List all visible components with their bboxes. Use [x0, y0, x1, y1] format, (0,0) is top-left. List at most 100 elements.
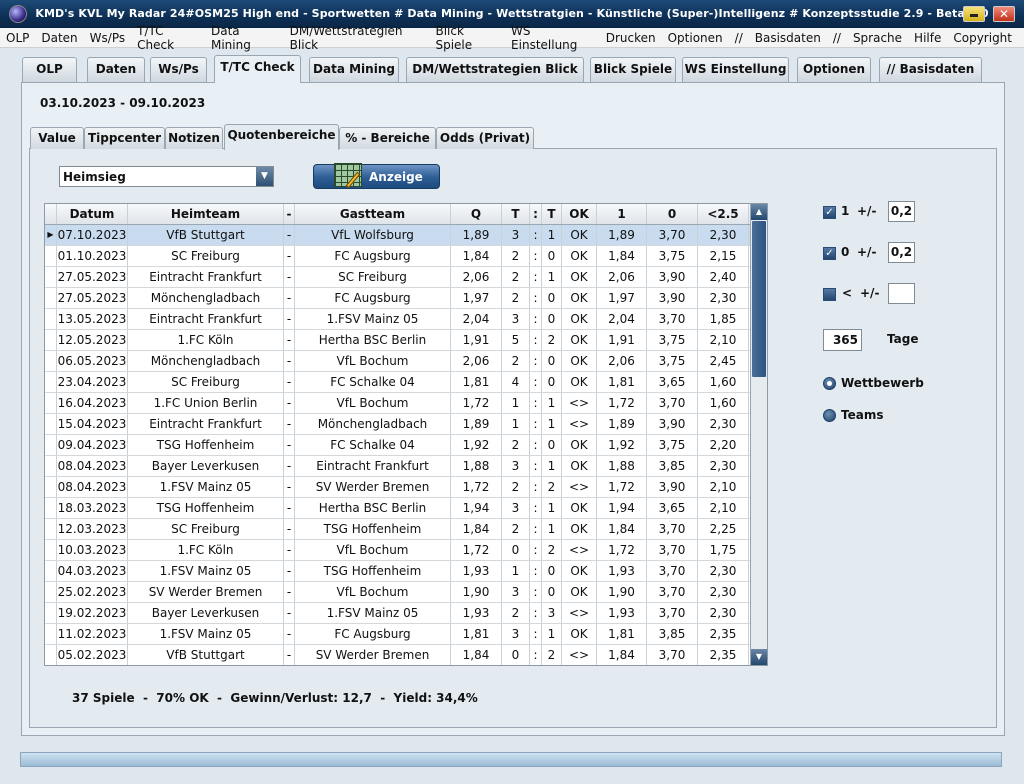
column-header[interactable]: T [542, 204, 562, 224]
scroll-thumb[interactable] [752, 221, 766, 377]
scroll-up-icon[interactable]: ▲ [751, 204, 767, 220]
row-indicator [45, 603, 57, 623]
menu-item[interactable]: Daten [41, 31, 77, 45]
inner-tab[interactable]: Odds (Privat) [436, 127, 534, 149]
table-cell: 2 [502, 246, 530, 266]
menu-item[interactable]: Basisdaten [755, 31, 821, 45]
table-row[interactable]: 08.04.2023 Bayer Leverkusen - Eintracht Fra… [45, 456, 751, 477]
outer-tab[interactable]: WS Einstellung [682, 57, 789, 82]
table-cell: 2,30 [698, 603, 749, 623]
table-row[interactable]: 19.02.2023 Bayer Leverkusen -1.FSV Mainz 0… [45, 603, 751, 624]
table-row[interactable]: 10.03.2023 1.FC Köln - VfL Bochum 1,72 0:2 <> 1… [45, 540, 751, 561]
table-cell: 2,06 [597, 351, 647, 371]
menu-item[interactable]: Blick Spiele [435, 24, 499, 52]
table-row[interactable]: 09.04.2023 TSG Hoffenheim - FC Schalke 04 1,… [45, 435, 751, 456]
table-row[interactable]: 01.10.2023 SC Freiburg - FC Augsburg 1,84 2:0… [45, 246, 751, 267]
outer-tab[interactable]: // Basisdaten [879, 57, 982, 82]
outer-tab[interactable]: Daten [87, 57, 145, 82]
table-row[interactable]: 23.04.2023 SC Freiburg - FC Schalke 04 1,81 4… [45, 372, 751, 393]
table-cell: : [530, 288, 542, 308]
grid-scrollbar[interactable]: ▲ ▼ [750, 204, 767, 665]
column-header[interactable]: : [530, 204, 542, 224]
menu-item[interactable]: Ws/Ps [90, 31, 125, 45]
tage-input[interactable]: 365 [823, 329, 862, 351]
outer-tab[interactable]: T/TC Check [214, 55, 301, 83]
inner-tab[interactable]: Notizen [165, 127, 223, 149]
anzeige-button[interactable]: Anzeige [313, 163, 440, 189]
result-type-dropdown[interactable]: Heimsieg ▼ [59, 166, 274, 187]
inner-tab[interactable]: Tippcenter [84, 127, 165, 149]
menu-item[interactable]: WS Einstellung [511, 24, 594, 52]
table-row[interactable]: 27.05.2023 Mönchengladbach - FC Augsburg 1,9… [45, 288, 751, 309]
column-header[interactable]: Datum [57, 204, 128, 224]
inner-tab[interactable]: Quotenbereiche [224, 124, 339, 150]
table-row[interactable]: 05.02.2023 VfB Stuttgart - SV Werder Bremen… [45, 645, 751, 665]
tolerance-1-input[interactable]: 0,2 [888, 201, 915, 222]
table-cell: 10.03.2023 [57, 540, 128, 560]
minimize-button[interactable] [963, 6, 985, 22]
menu-item[interactable]: Optionen [668, 31, 723, 45]
column-header[interactable]: 0 [647, 204, 698, 224]
table-cell: 1,81 [451, 624, 502, 644]
checkbox-1[interactable]: ✓ [823, 206, 836, 219]
table-row[interactable]: 12.05.2023 1.FC Köln - Hertha BSC Berlin 1,9… [45, 330, 751, 351]
checkbox-lt[interactable] [823, 288, 836, 301]
menu-item[interactable]: Copyright [953, 31, 1012, 45]
table-row[interactable]: 06.05.2023 Mönchengladbach - VfL Bochum 2,06… [45, 351, 751, 372]
outer-tab[interactable]: Blick Spiele [590, 57, 676, 82]
table-cell: OK [562, 330, 597, 350]
table-row[interactable]: 12.03.2023 SC Freiburg - TSG Hoffenheim 1,84… [45, 519, 751, 540]
tage-label: Tage [887, 332, 919, 346]
menu-item[interactable]: Sprache [853, 31, 902, 45]
radio-wettbewerb-label[interactable]: Wettbewerb [841, 376, 924, 390]
tolerance-lt-input[interactable] [888, 283, 915, 304]
outer-tab[interactable]: Optionen [797, 57, 871, 82]
inner-tab[interactable]: Value [30, 127, 84, 149]
table-row[interactable]: 08.04.2023 1.FSV Mainz 05- SV Werder Breme… [45, 477, 751, 498]
menu-item[interactable]: OLP [6, 31, 29, 45]
checkbox-0[interactable]: ✓ [823, 247, 836, 260]
table-row[interactable]: 15.04.2023 Eintracht Frankfurt - Mönchengla… [45, 414, 751, 435]
radio-teams-label[interactable]: Teams [841, 408, 883, 422]
column-header[interactable]: 1 [597, 204, 647, 224]
radio-wettbewerb[interactable] [823, 377, 836, 390]
chevron-down-icon[interactable]: ▼ [256, 167, 273, 186]
outer-tab[interactable]: Data Mining [309, 57, 399, 82]
table-row[interactable]: 16.04.2023 1.FC Union Berlin - VfL Bochum 1,… [45, 393, 751, 414]
column-header[interactable]: <2.5 [698, 204, 749, 224]
menu-item[interactable]: DM/Wettstrategien Blick [290, 24, 424, 52]
anzeige-label: Anzeige [369, 170, 423, 184]
table-row[interactable]: 04.03.2023 1.FSV Mainz 05- TSG Hoffenheim 1… [45, 561, 751, 582]
table-row[interactable]: 27.05.2023 Eintracht Frankfurt - SC Freibur… [45, 267, 751, 288]
radio-teams[interactable] [823, 409, 836, 422]
menu-item[interactable]: // [735, 31, 743, 45]
table-cell: 23.04.2023 [57, 372, 128, 392]
outer-tab[interactable]: OLP [22, 57, 77, 82]
table-row[interactable]: ▶ 07.10.2023 VfB Stuttgart - VfL Wolfsburg 1,… [45, 225, 751, 246]
scroll-down-icon[interactable]: ▼ [751, 649, 767, 665]
table-cell: 3 [502, 624, 530, 644]
close-button[interactable]: ✕ [993, 6, 1015, 22]
column-header[interactable]: Heimteam [128, 204, 284, 224]
tolerance-0-input[interactable]: 0,2 [888, 242, 915, 263]
column-header[interactable]: Q [451, 204, 502, 224]
column-header[interactable]: OK [562, 204, 597, 224]
menu-item[interactable]: Data Mining [211, 24, 278, 52]
table-cell: <> [562, 540, 597, 560]
table-cell: : [530, 540, 542, 560]
menu-item[interactable]: T/TC Check [137, 24, 199, 52]
table-cell: OK [562, 519, 597, 539]
column-header[interactable]: T [502, 204, 530, 224]
table-row[interactable]: 13.05.2023 Eintracht Frankfurt -1.FSV Main… [45, 309, 751, 330]
menu-item[interactable]: Hilfe [914, 31, 941, 45]
menu-item[interactable]: // [833, 31, 841, 45]
table-row[interactable]: 18.03.2023 TSG Hoffenheim - Hertha BSC Berl… [45, 498, 751, 519]
menu-item[interactable]: Drucken [606, 31, 656, 45]
outer-tab[interactable]: Ws/Ps [150, 57, 207, 82]
outer-tab[interactable]: DM/Wettstrategien Blick [406, 57, 584, 82]
table-row[interactable]: 25.02.2023 SV Werder Bremen - VfL Bochum 1,9… [45, 582, 751, 603]
column-header[interactable]: - [284, 204, 295, 224]
inner-tab[interactable]: % - Bereiche [339, 127, 436, 149]
column-header[interactable]: Gastteam [295, 204, 451, 224]
table-row[interactable]: 11.02.2023 1.FSV Mainz 05- FC Augsburg 1,81… [45, 624, 751, 645]
